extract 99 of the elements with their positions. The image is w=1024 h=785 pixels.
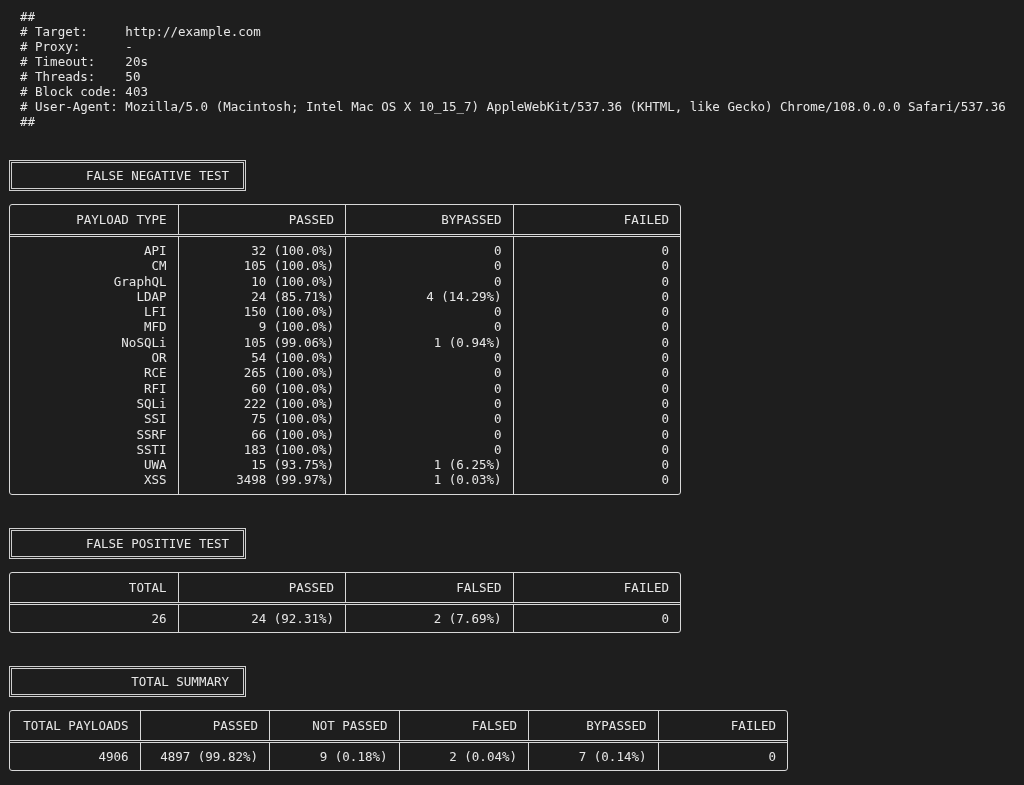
column-header: PASSED <box>139 711 269 741</box>
table-cell-text: NoSQLi <box>120 334 168 351</box>
column-header: PASSED <box>177 205 345 234</box>
table-cell-text: SSTI <box>135 441 168 458</box>
table-cell-text: 2 (0.04%) <box>448 749 518 765</box>
table-cell-text: 75 (100.0%) <box>250 411 335 427</box>
table-cell-text: 9 (0.18%) <box>318 749 389 765</box>
config-line: # Timeout: 20s <box>20 54 148 69</box>
config-line: # Proxy: - <box>20 39 133 54</box>
table-cell-text: RFI <box>142 380 168 396</box>
table-cell-text: 1 (0.03%) <box>432 472 503 488</box>
table-cell-text: 24 (92.31%) <box>250 610 335 627</box>
table-cell-text: 105 (100.0%) <box>242 258 335 274</box>
table-cell-text: 0 <box>660 288 670 305</box>
table-cell-text: 0 <box>660 319 670 335</box>
table-cell-text: MFD <box>142 319 168 335</box>
table-cell-text: 150 (100.0%) <box>242 304 335 320</box>
table-cell-text: LDAP <box>136 288 168 305</box>
table-cell-text: 32 (100.0%) <box>250 243 335 259</box>
config-line: ## <box>20 114 36 129</box>
table-cell-text: 0 <box>660 243 670 259</box>
column-header: BYPASSED <box>528 711 658 741</box>
table-cell-text: 0 <box>492 365 503 381</box>
config-line: # User-Agent: Mozilla/5.0 (Macintosh; Intel Mac OS X 10_15_7) AppleWebKit/537.36 (KHTML, like Gecko) Chrome/108.0.0.0 Safari/537.36 <box>20 99 1006 114</box>
column-header: FAILED <box>512 572 680 602</box>
column-header: FALSED <box>345 572 513 602</box>
table-cell-text: 0 <box>492 273 503 289</box>
table-cell-text: 60 (100.0%) <box>250 380 335 396</box>
table-cell-text: 10 (100.0%) <box>250 273 335 289</box>
table-cell-text: 0 <box>492 350 503 366</box>
column-header: FALSED <box>398 711 528 741</box>
column-header: TOTAL PAYLOADS <box>22 717 130 736</box>
table-cell-text: 66 (100.0%) <box>250 426 335 442</box>
table-cell-text: 0 <box>492 258 503 274</box>
section-title: TOTAL SUMMARY <box>9 666 246 698</box>
table-cell-text: 0 <box>492 441 503 458</box>
table-cell-text: 0 <box>492 426 503 442</box>
table-cell-text: 0 <box>492 380 503 396</box>
table-cell-text: 0 <box>660 258 670 274</box>
config-line: # Target: http://example.com <box>20 24 261 39</box>
section-title: FALSE POSITIVE TEST <box>9 527 246 559</box>
table-cell-text: SQLi <box>135 395 168 412</box>
column-header: PAYLOAD TYPE <box>75 211 168 229</box>
table-cell-text: 0 <box>492 319 503 335</box>
table-cell-text: LFI <box>142 304 168 320</box>
table-cell-text: SSRF <box>135 426 168 442</box>
table-cell-text: 0 <box>492 395 503 412</box>
table-cell-text: OR <box>150 350 168 366</box>
table-cell-text: UWA <box>142 457 168 473</box>
table-cell-text: 0 <box>492 243 503 259</box>
column-header: FAILED <box>512 205 680 234</box>
column-header: PASSED <box>177 572 345 602</box>
table-cell-text: 1 (6.25%) <box>432 457 503 473</box>
table-cell-text: 0 <box>660 365 670 381</box>
table-cell-text: 0 <box>767 749 777 765</box>
config-line: ## <box>20 9 36 24</box>
table-cell-text: 3498 (99.97%) <box>235 472 335 488</box>
table-cell-text: 0 <box>660 273 670 289</box>
table-cell-text: 54 (100.0%) <box>250 350 335 366</box>
table-cell-text: GraphQL <box>112 273 168 289</box>
table-cell-text: API <box>142 243 168 259</box>
table-cell-text: RCE <box>142 365 168 381</box>
table-cell-text: 0 <box>660 334 670 351</box>
section-title: FALSE NEGATIVE TEST <box>9 160 246 191</box>
table-cell-text: CM <box>150 258 168 274</box>
table-cell-text: 0 <box>660 457 670 473</box>
table-cell-text: 4897 (99.82%) <box>159 749 259 765</box>
table-cell-text: 0 <box>660 610 670 627</box>
table-cell-text: 0 <box>492 411 503 427</box>
table-cell-text: 26 <box>150 610 168 627</box>
table-cell-text: 105 (99.06%) <box>242 334 335 351</box>
table-cell-text: 0 <box>660 395 670 412</box>
config-line: # Block code: 403 <box>20 84 148 99</box>
table-cell-text: 0 <box>660 472 670 488</box>
table-cell-text: 0 <box>660 304 670 320</box>
table-cell-text: 4 (14.29%) <box>425 288 503 305</box>
config-line: # Threads: 50 <box>20 69 141 84</box>
table-cell-text: 4906 <box>97 749 130 765</box>
table-cell-text: 222 (100.0%) <box>242 395 335 412</box>
table-cell-text: 183 (100.0%) <box>242 441 335 458</box>
column-header: BYPASSED <box>345 205 513 234</box>
column-header: NOT PASSED <box>269 711 399 741</box>
table-cell-text: 0 <box>660 380 670 396</box>
table-cell-text: 2 (7.69%) <box>432 610 503 627</box>
table-cell-text: 0 <box>660 441 670 458</box>
table-cell-text: 265 (100.0%) <box>242 365 335 381</box>
column-header: TOTAL <box>127 578 168 597</box>
table-cell-text: 0 <box>492 304 503 320</box>
table-cell-text: 15 (93.75%) <box>250 457 335 473</box>
table-cell-text: 7 (0.14%) <box>577 749 648 765</box>
table-cell-text: SSI <box>142 411 168 427</box>
column-header: FAILED <box>657 711 787 741</box>
table-cell-text: 0 <box>660 426 670 442</box>
table-cell-text: 9 (100.0%) <box>257 319 335 335</box>
table-cell-text: 1 (0.94%) <box>432 334 503 351</box>
table-cell-text: XSS <box>142 472 168 488</box>
table-cell-text: 24 (85.71%) <box>250 288 335 305</box>
table-cell-text: 0 <box>660 411 670 427</box>
table-cell-text: 0 <box>660 350 670 366</box>
